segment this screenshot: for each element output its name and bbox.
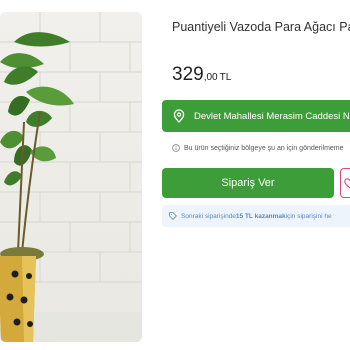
favorite-button[interactable] xyxy=(340,168,350,198)
location-pin-icon xyxy=(173,109,185,123)
product-price: 329,00 TL xyxy=(172,64,231,86)
promo-amount: 15 TL kazanmak xyxy=(235,212,286,220)
product-image[interactable] xyxy=(0,12,142,342)
delivery-info-message: Bu ürün seçtiğiniz bölgeye şu an için gö… xyxy=(172,144,344,152)
product-title: Puantiyeli Vazoda Para Ağacı Pa xyxy=(172,20,350,34)
plant-illustration xyxy=(0,12,142,342)
info-circle-icon xyxy=(172,144,180,152)
price-fraction: ,00 xyxy=(203,72,218,83)
delivery-info-text: Bu ürün seçtiğiniz bölgeye şu an için gö… xyxy=(184,144,344,152)
order-button[interactable]: Sipariş Ver xyxy=(162,168,334,198)
price-main: 329 xyxy=(172,64,204,85)
delivery-address-selector[interactable]: Devlet Mahallesi Merasim Caddesi No: xyxy=(162,100,350,132)
tag-icon xyxy=(169,212,177,220)
product-page: Puantiyeli Vazoda Para Ağacı Pa 329,00 TL… xyxy=(0,0,350,350)
promo-suffix: için siparişini he xyxy=(285,212,332,220)
price-currency: TL xyxy=(219,72,232,83)
promo-banner: Sonraki siparişinde 15 TL kazanmak için … xyxy=(162,205,350,227)
promo-prefix: Sonraki siparişinde xyxy=(181,212,236,220)
heart-icon xyxy=(344,178,350,189)
delivery-address-text: Devlet Mahallesi Merasim Caddesi No: xyxy=(194,110,350,122)
